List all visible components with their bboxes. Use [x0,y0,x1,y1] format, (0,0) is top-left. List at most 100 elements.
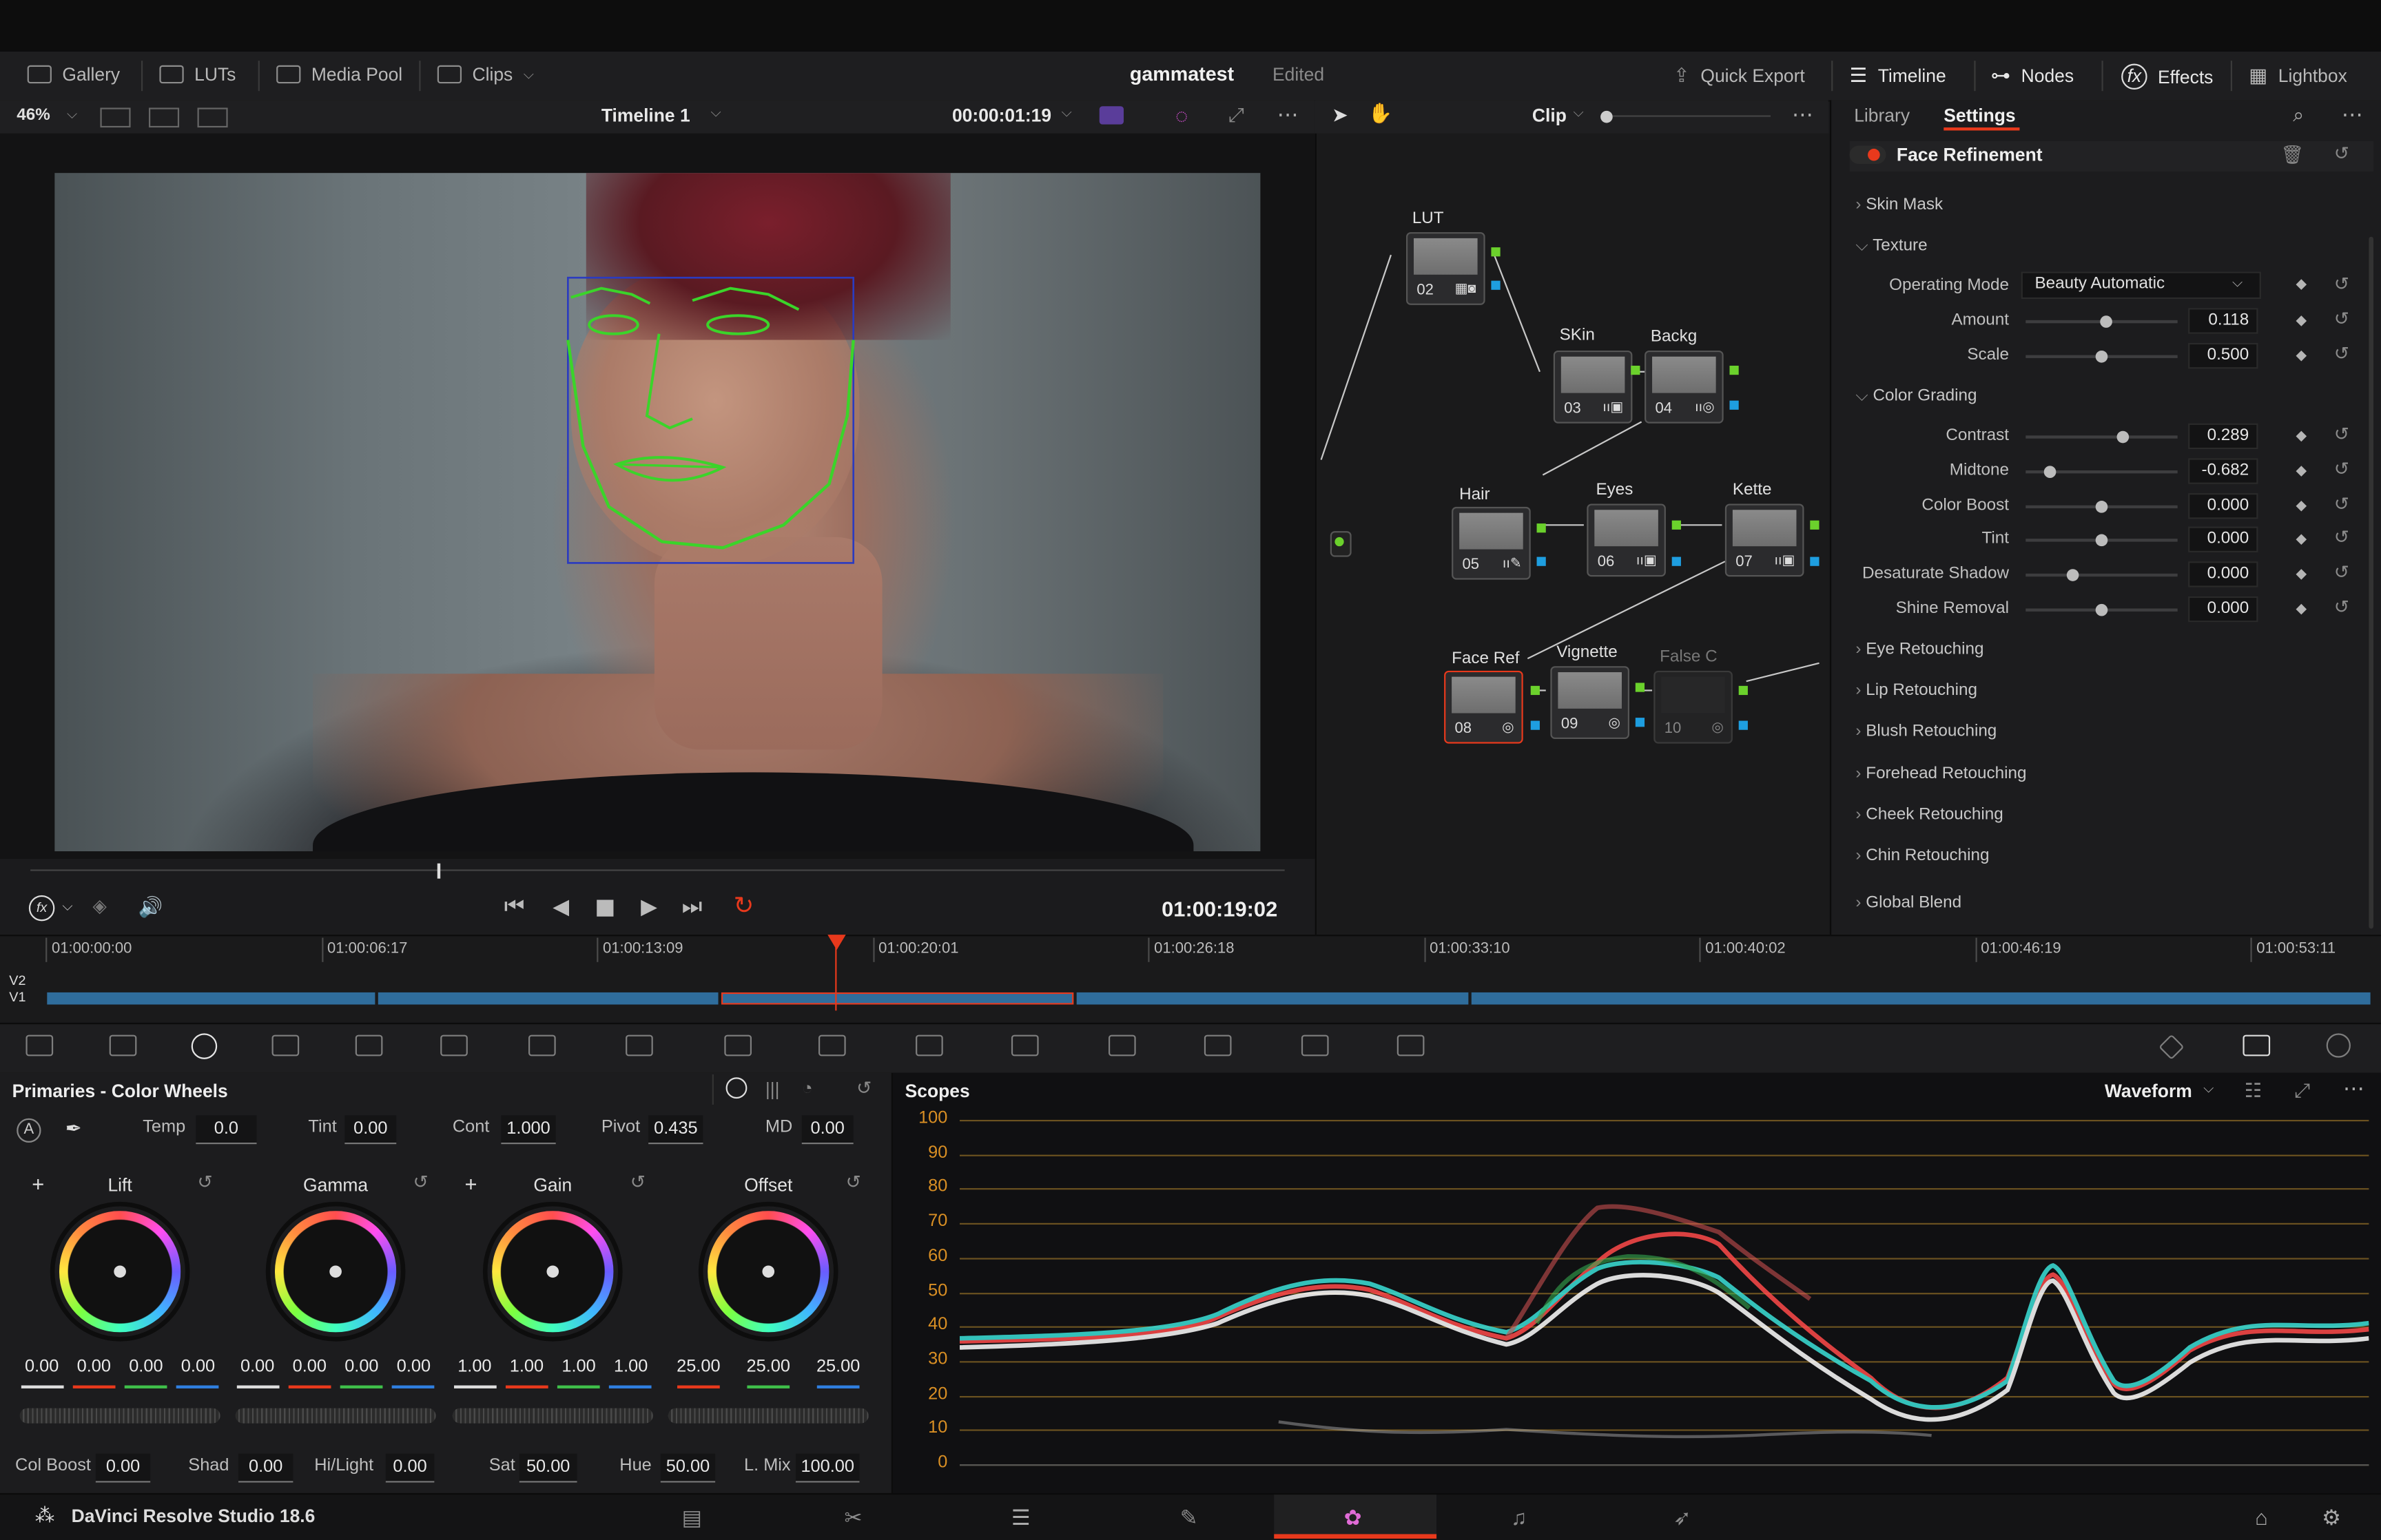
reset-icon[interactable]: ↺ [2334,458,2349,479]
wheel-value[interactable]: 0.00 [123,1358,169,1376]
split-viewer-icon[interactable] [197,107,228,128]
wheel-value[interactable]: 0.00 [71,1358,116,1376]
param-slider[interactable] [2026,435,2178,439]
timeline-clip[interactable] [1471,992,2371,1005]
section-eye-retouching[interactable]: › Eye Retouching [1855,641,1983,658]
deliver-page-icon[interactable]: ➶ [1673,1506,1691,1531]
node-vignette[interactable]: 09 ◎ [1550,666,1629,739]
color-wheel-lift[interactable] [59,1211,181,1333]
param-value-input[interactable]: 0.00 [344,1115,397,1145]
node-mode-dropdown[interactable]: Clip [1532,105,1567,126]
go-to-start-icon[interactable]: ⏮ [504,894,525,919]
color-wheel-gamma[interactable] [274,1211,397,1333]
timeline-button[interactable]: ☰ Timeline [1850,64,1946,88]
param-slider[interactable] [2026,574,2178,577]
fusion-page-icon[interactable]: ✎ [1180,1506,1198,1531]
stereo-3d-icon[interactable] [1396,1034,1425,1057]
primaries-wheels-icon[interactable] [191,1033,218,1059]
node-lut[interactable]: 02 ▦◙ [1405,232,1485,305]
node-skin[interactable]: 03 ıı▣ [1553,350,1633,424]
eyedropper-icon[interactable]: ✒ [65,1117,82,1141]
node-backg[interactable]: 04 ıı◎ [1645,350,1724,424]
param-value-input[interactable]: 0.0 [196,1115,257,1145]
fairlight-page-icon[interactable]: ♫ [1511,1506,1527,1530]
color-wheel-offset[interactable] [708,1211,829,1333]
wheel-value[interactable]: 0.00 [287,1358,332,1376]
wheel-value[interactable]: 0.00 [235,1358,280,1376]
scope-settings-icon[interactable]: ☷ [2245,1079,2263,1103]
window-icon[interactable] [818,1034,846,1057]
tracker-icon[interactable] [916,1034,943,1057]
color-page-icon[interactable]: ✿ [1344,1506,1362,1531]
color-wheels-mode-icon[interactable] [725,1077,748,1099]
section-chin-retouching[interactable]: › Chin Retouching [1855,846,1989,864]
single-viewer-icon[interactable] [100,107,131,128]
nodes-button[interactable]: ⊶ Nodes [1991,64,2074,88]
clips-button[interactable]: Clips ⌵ [437,64,534,85]
param-value-input[interactable]: 0.00 [95,1453,151,1483]
effects-button[interactable]: fx Effects [2121,63,2213,90]
param-value-input[interactable]: 0.000 [2188,561,2258,588]
timeline-clip[interactable] [47,992,375,1005]
quick-export-button[interactable]: ⇪ Quick Export [1673,64,1805,88]
more-options-icon[interactable]: ⋯ [1792,102,1813,127]
param-value-input[interactable]: 50.00 [660,1453,716,1483]
wheel-value[interactable]: 1.00 [504,1358,549,1376]
color-picker-icon[interactable]: ◌ [1175,103,1188,127]
layers-icon[interactable]: ◈ [92,895,106,917]
wheel-value[interactable]: 25.00 [668,1358,729,1376]
timeline-clip-selected[interactable] [721,992,1074,1005]
section-skin-mask[interactable]: › Skin Mask [1855,196,1943,214]
crosshair-icon[interactable]: + [464,1172,477,1196]
cut-page-icon[interactable]: ✂ [844,1506,862,1531]
reverse-play-icon[interactable]: ◀ [553,894,569,919]
timeline-clip[interactable] [1076,992,1469,1005]
scopes-toggle-icon[interactable] [2243,1034,2271,1057]
go-to-end-icon[interactable]: ⏭ [682,894,703,919]
media-pool-button[interactable]: Media Pool [276,64,402,85]
chevron-down-icon[interactable]: ⌵ [62,898,72,915]
reset-icon[interactable]: ↺ [846,1172,861,1193]
reset-icon[interactable]: ↺ [2334,562,2349,583]
section-texture[interactable]: ⌵ Texture [1855,237,1927,257]
param-value-input[interactable]: -0.682 [2188,457,2258,484]
reset-icon[interactable]: ↺ [2334,527,2349,548]
home-icon[interactable]: ⌂ [2255,1506,2268,1530]
param-value-input[interactable]: 0.000 [2188,596,2258,623]
param-slider-knob[interactable] [2043,465,2057,478]
param-value-input[interactable]: 0.000 [2188,492,2258,519]
param-value-input[interactable]: 0.435 [648,1115,703,1145]
master-wheel-gamma[interactable] [235,1408,436,1424]
color-wheel-gain[interactable] [492,1211,614,1333]
loop-icon[interactable]: ↻ [734,891,754,921]
param-value-input[interactable]: 0.00 [385,1453,435,1483]
section-color-grading[interactable]: ⌵ Color Grading [1855,387,1977,407]
motion-effects-icon[interactable] [440,1034,468,1057]
section-blush-retouching[interactable]: › Blush Retouching [1855,722,1997,740]
source-timecode[interactable]: 00:00:01:19 [952,105,1051,126]
wheel-value[interactable]: 1.00 [608,1358,654,1376]
reset-icon[interactable]: ↺ [630,1172,646,1193]
key-icon[interactable] [1204,1034,1232,1057]
reset-icon[interactable]: ↺ [2334,424,2349,445]
reset-icon[interactable]: ↺ [2334,596,2349,618]
param-slider-knob[interactable] [2116,430,2130,444]
reset-icon[interactable]: ↺ [2334,492,2349,514]
curves-icon[interactable] [528,1034,556,1057]
hdr-icon[interactable] [1099,106,1124,125]
param-value-input[interactable]: 0.118 [2188,308,2258,334]
wheel-value[interactable]: 0.00 [175,1358,220,1376]
param-slider-knob[interactable] [2095,500,2108,512]
section-global-blend[interactable]: › Global Blend [1855,894,1961,912]
settings-gear-icon[interactable]: ⚙ [2322,1506,2341,1531]
wheel-value[interactable]: 0.00 [339,1358,384,1376]
blur-icon[interactable] [1108,1034,1136,1057]
param-value-input[interactable]: 1.000 [501,1115,556,1145]
playhead-marker-icon[interactable] [827,935,846,950]
expand-icon[interactable]: ⤢ [2294,1079,2310,1103]
luts-button[interactable]: LUTs [159,64,236,85]
primaries-bars-icon[interactable]: ||| [765,1079,780,1100]
master-wheel-gain[interactable] [452,1408,653,1424]
param-value-input[interactable]: 50.00 [519,1453,577,1483]
inspector-scrollbar[interactable] [2369,236,2374,929]
